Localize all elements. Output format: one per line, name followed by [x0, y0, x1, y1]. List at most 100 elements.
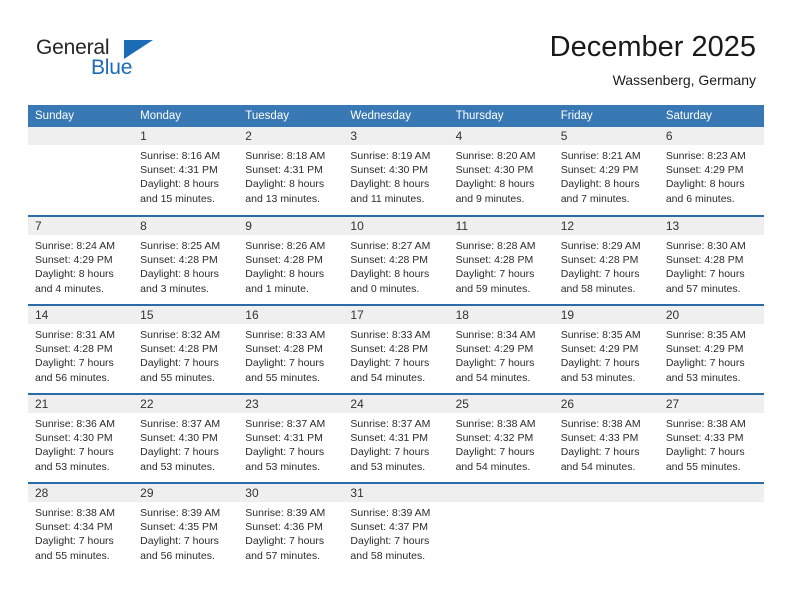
day-cell-inner: 15 Sunrise: 8:32 AM Sunset: 4:28 PM Dayligh…: [133, 306, 239, 393]
daylight-text-line2: and 58 minutes.: [560, 282, 636, 295]
calendar-day-cell[interactable]: 31 Sunrise: 8:39 AM Sunset: 4:37 PM Dayligh…: [343, 482, 449, 572]
day-details: Sunrise: 8:28 AM Sunset: 4:28 PM Daylight:…: [449, 235, 554, 296]
day-number: 25: [448, 395, 554, 413]
daylight-text-line1: Daylight: 7 hours: [560, 268, 640, 281]
day-number: 14: [28, 306, 134, 324]
calendar-day-cell[interactable]: 3 Sunrise: 8:19 AM Sunset: 4:30 PM Daylight…: [343, 127, 449, 216]
sunrise-text: Sunrise: 8:30 AM: [665, 240, 746, 252]
calendar-day-cell[interactable]: 30 Sunrise: 8:39 AM Sunset: 4:36 PM Dayligh…: [238, 482, 344, 572]
calendar-body: 1 Sunrise: 8:16 AM Sunset: 4:31 PM Daylight…: [28, 127, 764, 572]
day-number: [28, 127, 134, 145]
sunset-text: Sunset: 4:28 PM: [665, 254, 744, 267]
daylight-text-line1: Daylight: 8 hours: [245, 178, 325, 191]
calendar-day-cell[interactable]: 23 Sunrise: 8:37 AM Sunset: 4:31 PM Dayligh…: [238, 393, 344, 483]
day-cell-inner: 24 Sunrise: 8:37 AM Sunset: 4:31 PM Dayligh…: [343, 395, 449, 482]
calendar-table: Sunday Monday Tuesday Wednesday Thursday…: [28, 105, 764, 572]
daylight-text-line1: Daylight: 8 hours: [35, 268, 114, 281]
day-details: Sunrise: 8:18 AM Sunset: 4:31 PM Daylight:…: [238, 145, 343, 206]
sunset-text: Sunset: 4:34 PM: [35, 521, 113, 534]
calendar-day-cell[interactable]: 13 Sunrise: 8:30 AM Sunset: 4:28 PM Dayligh…: [658, 215, 764, 305]
sunset-text: Sunset: 4:28 PM: [455, 254, 534, 267]
calendar-day-cell[interactable]: 4 Sunrise: 8:20 AM Sunset: 4:30 PM Daylight…: [448, 127, 554, 216]
calendar-day-cell[interactable]: 10 Sunrise: 8:27 AM Sunset: 4:28 PM Dayligh…: [343, 215, 449, 305]
calendar-day-cell[interactable]: 1 Sunrise: 8:16 AM Sunset: 4:31 PM Daylight…: [133, 127, 239, 216]
calendar-day-cell[interactable]: 27 Sunrise: 8:38 AM Sunset: 4:33 PM Dayligh…: [658, 393, 764, 483]
day-details: Sunrise: 8:21 AM Sunset: 4:29 PM Daylight:…: [554, 145, 659, 206]
day-number: [553, 484, 659, 502]
page-header: General Blue December 2025 Wassenberg, G…: [0, 0, 792, 100]
calendar-day-cell[interactable]: 16 Sunrise: 8:33 AM Sunset: 4:28 PM Dayligh…: [238, 304, 344, 394]
calendar-day-cell[interactable]: 14 Sunrise: 8:31 AM Sunset: 4:28 PM Dayligh…: [28, 304, 134, 394]
day-details: Sunrise: 8:24 AM Sunset: 4:29 PM Daylight:…: [28, 235, 133, 296]
sunset-text: Sunset: 4:37 PM: [350, 521, 429, 534]
daylight-text-line2: and 57 minutes.: [245, 549, 320, 562]
day-number: 19: [553, 306, 659, 324]
sunset-text: Sunset: 4:29 PM: [560, 164, 639, 177]
day-details: Sunrise: 8:36 AM Sunset: 4:30 PM Daylight:…: [28, 413, 133, 474]
weekday-header-thursday: Thursday: [448, 105, 554, 127]
day-number: [658, 484, 764, 502]
calendar-day-cell[interactable]: 7 Sunrise: 8:24 AM Sunset: 4:29 PM Daylight…: [28, 215, 134, 305]
day-cell-inner: 21 Sunrise: 8:36 AM Sunset: 4:30 PM Dayligh…: [28, 395, 134, 482]
day-number: 7: [28, 217, 134, 235]
daylight-text-line1: Daylight: 8 hours: [455, 178, 535, 191]
calendar-day-cell[interactable]: 17 Sunrise: 8:33 AM Sunset: 4:28 PM Dayligh…: [343, 304, 449, 394]
sunrise-text: Sunrise: 8:20 AM: [455, 150, 536, 162]
day-cell-inner: 2 Sunrise: 8:18 AM Sunset: 4:31 PM Daylight…: [238, 127, 344, 215]
calendar-day-cell[interactable]: 20 Sunrise: 8:35 AM Sunset: 4:29 PM Dayligh…: [658, 304, 764, 394]
sunrise-text: Sunrise: 8:37 AM: [245, 418, 326, 430]
day-cell-inner: 31 Sunrise: 8:39 AM Sunset: 4:37 PM Dayligh…: [343, 484, 449, 572]
day-number: 29: [133, 484, 239, 502]
calendar-day-cell[interactable]: 21 Sunrise: 8:36 AM Sunset: 4:30 PM Dayligh…: [28, 393, 134, 483]
weekday-header-monday: Monday: [133, 105, 239, 127]
sunrise-text: Sunrise: 8:39 AM: [140, 507, 221, 519]
calendar-day-cell[interactable]: 15 Sunrise: 8:32 AM Sunset: 4:28 PM Dayligh…: [133, 304, 239, 394]
calendar-day-cell[interactable]: 28 Sunrise: 8:38 AM Sunset: 4:34 PM Dayligh…: [28, 482, 134, 572]
day-details: Sunrise: 8:38 AM Sunset: 4:34 PM Daylight:…: [28, 502, 133, 563]
calendar-day-cell[interactable]: 11 Sunrise: 8:28 AM Sunset: 4:28 PM Dayligh…: [448, 215, 554, 305]
calendar-day-cell[interactable]: 22 Sunrise: 8:37 AM Sunset: 4:30 PM Dayligh…: [133, 393, 239, 483]
day-details: Sunrise: 8:16 AM Sunset: 4:31 PM Daylight:…: [133, 145, 238, 206]
calendar-day-cell[interactable]: 5 Sunrise: 8:21 AM Sunset: 4:29 PM Daylight…: [553, 127, 659, 216]
day-cell-inner: 17 Sunrise: 8:33 AM Sunset: 4:28 PM Dayligh…: [343, 306, 449, 393]
sunset-text: Sunset: 4:30 PM: [140, 432, 218, 445]
day-details: Sunrise: 8:29 AM Sunset: 4:28 PM Daylight:…: [554, 235, 659, 296]
day-cell-inner: 25 Sunrise: 8:38 AM Sunset: 4:32 PM Dayligh…: [448, 395, 554, 482]
daylight-text-line2: and 13 minutes.: [245, 192, 320, 205]
calendar-day-cell[interactable]: 25 Sunrise: 8:38 AM Sunset: 4:32 PM Dayligh…: [448, 393, 554, 483]
day-number: 1: [133, 127, 239, 145]
calendar-day-cell[interactable]: 26 Sunrise: 8:38 AM Sunset: 4:33 PM Dayligh…: [553, 393, 659, 483]
day-number: 22: [133, 395, 239, 413]
calendar-day-cell[interactable]: 24 Sunrise: 8:37 AM Sunset: 4:31 PM Dayligh…: [343, 393, 449, 483]
sunrise-text: Sunrise: 8:37 AM: [140, 418, 221, 430]
calendar-week-row: 7 Sunrise: 8:24 AM Sunset: 4:29 PM Daylight…: [28, 215, 764, 305]
day-details: Sunrise: 8:39 AM Sunset: 4:36 PM Daylight:…: [238, 502, 343, 563]
calendar-cell-empty: [553, 482, 659, 572]
day-cell-inner: 22 Sunrise: 8:37 AM Sunset: 4:30 PM Dayligh…: [133, 395, 239, 482]
calendar-day-cell[interactable]: 19 Sunrise: 8:35 AM Sunset: 4:29 PM Dayligh…: [553, 304, 659, 394]
day-number: 20: [658, 306, 764, 324]
daylight-text-line2: and 53 minutes.: [665, 371, 741, 384]
calendar-day-cell[interactable]: 8 Sunrise: 8:25 AM Sunset: 4:28 PM Daylight…: [133, 215, 239, 305]
weekday-header-sunday: Sunday: [28, 105, 134, 127]
calendar-day-cell[interactable]: 18 Sunrise: 8:34 AM Sunset: 4:29 PM Dayligh…: [448, 304, 554, 394]
calendar-day-cell[interactable]: 29 Sunrise: 8:39 AM Sunset: 4:35 PM Dayligh…: [133, 482, 239, 572]
calendar-day-cell[interactable]: 9 Sunrise: 8:26 AM Sunset: 4:28 PM Daylight…: [238, 215, 344, 305]
daylight-text-line2: and 11 minutes.: [350, 192, 425, 205]
daylight-text-line2: and 54 minutes.: [455, 371, 531, 384]
daylight-text-line2: and 55 minutes.: [665, 460, 741, 473]
day-number: 10: [343, 217, 449, 235]
day-cell-inner: 4 Sunrise: 8:20 AM Sunset: 4:30 PM Daylight…: [448, 127, 554, 215]
sunset-text: Sunset: 4:28 PM: [350, 343, 429, 356]
daylight-text-line1: Daylight: 8 hours: [140, 268, 219, 281]
day-number: 21: [28, 395, 134, 413]
sunrise-text: Sunrise: 8:31 AM: [35, 329, 115, 341]
day-number: 30: [238, 484, 344, 502]
sunset-text: Sunset: 4:33 PM: [665, 432, 744, 445]
calendar-day-cell[interactable]: 12 Sunrise: 8:29 AM Sunset: 4:28 PM Dayligh…: [553, 215, 659, 305]
calendar-day-cell[interactable]: 2 Sunrise: 8:18 AM Sunset: 4:31 PM Daylight…: [238, 127, 344, 216]
calendar-cell-empty: [28, 127, 134, 216]
daylight-text-line2: and 53 minutes.: [35, 460, 110, 473]
general-blue-logo[interactable]: General Blue: [36, 36, 166, 84]
calendar-day-cell[interactable]: 6 Sunrise: 8:23 AM Sunset: 4:29 PM Daylight…: [658, 127, 764, 216]
